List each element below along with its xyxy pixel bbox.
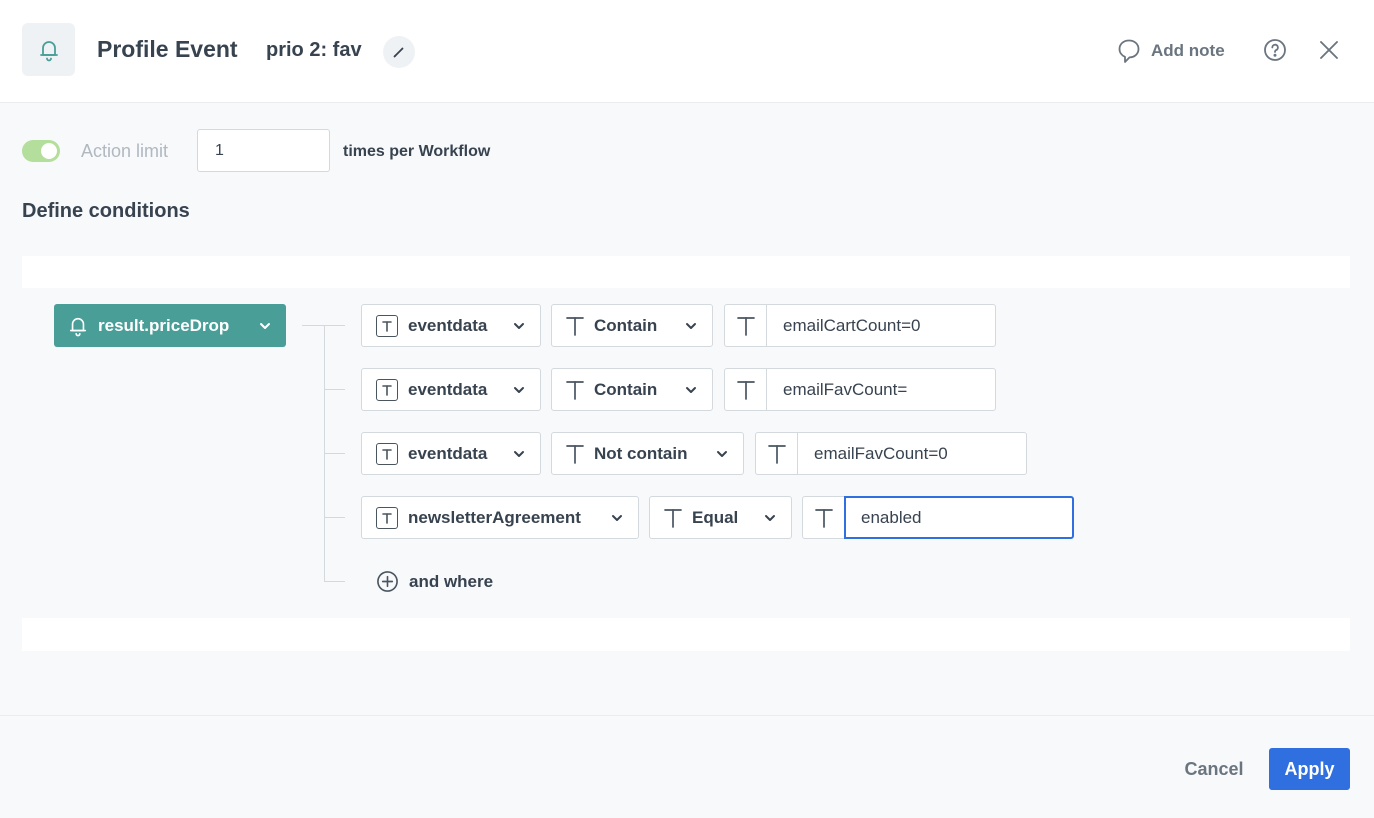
tree-connector [324,517,345,518]
text-type-icon [767,444,786,464]
modal-header: Profile Event prio 2: fav Add note [0,0,1374,103]
operator-label: Contain [594,379,658,399]
text-type-icon [736,316,755,336]
close-button[interactable] [1317,38,1341,62]
add-note-label: Add note [1151,41,1225,60]
operator-select[interactable]: Contain [551,368,713,411]
node-name: prio 2: fav [266,39,362,61]
operator-select[interactable]: Not contain [551,432,744,475]
event-name-label: result.priceDrop [98,315,230,335]
edit-name-button[interactable] [383,36,415,68]
section-title: Define conditions [22,200,190,222]
text-type-icon [376,314,398,337]
chevron-down-icon [514,450,524,457]
text-type-icon [664,508,682,528]
value-field [755,432,1027,475]
value-input[interactable] [766,304,996,347]
and-where-label: and where [409,571,494,591]
cancel-button[interactable]: Cancel [1170,748,1258,790]
text-type-icon [376,442,398,465]
help-icon [1264,39,1286,61]
event-selector-button[interactable]: result.priceDrop [54,304,286,347]
bell-icon [69,317,87,336]
pencil-icon [393,47,404,58]
tree-connector [324,581,345,582]
parameter-select[interactable]: eventdata [361,304,541,347]
value-input[interactable] [797,432,1027,475]
action-limit-toggle[interactable] [22,140,60,162]
page-title: Profile Event [97,36,238,62]
chevron-down-icon [717,450,727,457]
text-type-icon [566,380,584,400]
value-type-button[interactable] [724,304,766,347]
value-input[interactable] [844,496,1074,539]
parameter-label: eventdata [408,443,488,463]
chevron-down-icon [514,322,524,329]
action-limit-input[interactable] [197,129,330,172]
operator-select[interactable]: Equal [649,496,792,539]
value-type-button[interactable] [724,368,766,411]
text-type-icon [736,380,755,400]
tree-connector [324,389,345,390]
modal-footer [0,715,1374,818]
parameter-select[interactable]: eventdata [361,368,541,411]
action-limit-label: Action limit [81,141,169,161]
text-type-icon [814,508,833,528]
value-field [802,496,1074,539]
chevron-down-icon [686,386,696,393]
help-button[interactable] [1263,38,1287,62]
value-type-button[interactable] [755,432,797,475]
chevron-down-icon [765,514,775,521]
speech-bubble-icon [1118,39,1140,63]
chevron-down-icon [686,322,696,329]
operator-label: Not contain [594,443,688,463]
tree-connector [324,453,345,454]
bell-icon [39,40,58,61]
value-type-button[interactable] [802,496,844,539]
apply-button[interactable]: Apply [1269,748,1350,790]
parameter-label: eventdata [408,379,488,399]
value-field [724,304,996,347]
parameter-label: eventdata [408,315,488,335]
text-type-icon [566,316,584,336]
chevron-down-icon [612,514,622,521]
parameter-label: newsletterAgreement [408,507,581,527]
operator-label: Equal [692,507,739,527]
chevron-down-icon [514,386,524,393]
chevron-down-icon [260,322,270,329]
text-type-icon [376,378,398,401]
toggle-knob [41,143,57,159]
operator-label: Contain [594,315,658,335]
text-type-icon [566,444,584,464]
close-icon [1320,41,1338,59]
operator-select[interactable]: Contain [551,304,713,347]
parameter-select[interactable]: eventdata [361,432,541,475]
event-type-icon-box [22,23,75,76]
times-per-workflow-label: times per Workflow [343,143,491,160]
add-condition-button[interactable]: and where [376,570,493,593]
value-input[interactable] [766,368,996,411]
parameter-select[interactable]: newsletterAgreement [361,496,639,539]
value-field [724,368,996,411]
text-type-icon [376,506,398,529]
add-note-button[interactable]: Add note [1117,38,1225,64]
plus-circle-icon [377,571,398,592]
